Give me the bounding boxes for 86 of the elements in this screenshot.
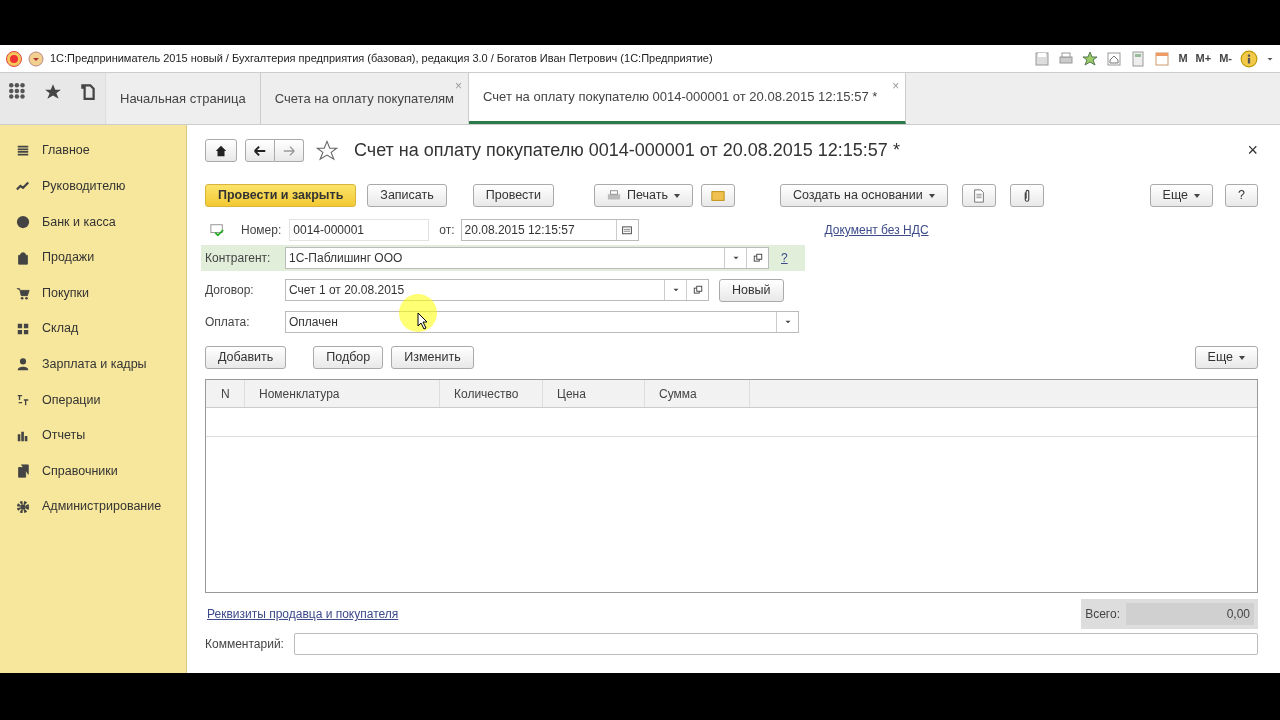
app-logo-icon[interactable] <box>6 50 22 67</box>
sidebar-item[interactable]: Справочники <box>0 453 186 489</box>
tab[interactable]: Начальная страница <box>106 73 261 124</box>
calendar-icon[interactable] <box>622 225 633 235</box>
field-label: Комментарий: <box>205 636 284 653</box>
toolbar-button[interactable]: ? <box>1225 184 1258 207</box>
dropdown-button[interactable]: Создать на основании <box>780 184 948 207</box>
column-header[interactable]: Цена <box>543 380 645 407</box>
date-field[interactable]: 20.08.2015 12:15:57 <box>460 219 639 241</box>
column-header[interactable]: Номенклатура <box>245 380 440 407</box>
help-link[interactable]: ? <box>781 249 788 267</box>
field-label: от: <box>439 222 455 239</box>
total-label: Всего: <box>1085 606 1120 623</box>
menu-icon <box>16 143 30 158</box>
number-field[interactable]: 0014-000001 <box>289 219 430 241</box>
forward-arrow-icon <box>281 143 297 158</box>
sidebar-item[interactable]: Зарплата и кадры <box>0 346 186 383</box>
printer-icon <box>607 188 622 203</box>
document-icon <box>971 188 986 203</box>
sidebar-item[interactable]: Операции <box>0 382 186 418</box>
mail-button[interactable] <box>701 184 735 207</box>
tab[interactable]: Счет на оплату покупателю 0014-000001 от 20.08.2015 12:15:57 * × <box>469 73 907 124</box>
star-icon[interactable] <box>1082 50 1099 67</box>
column-header[interactable]: Сумма <box>645 380 750 407</box>
back-button[interactable] <box>245 139 275 162</box>
contract-field[interactable]: Счет 1 от 20.08.2015 <box>285 279 709 301</box>
close-icon[interactable]: × <box>1247 137 1258 164</box>
table-toolbar-button[interactable]: Изменить <box>391 346 474 369</box>
posted-document-icon <box>209 223 225 237</box>
vat-link[interactable]: Документ без НДС <box>824 221 929 239</box>
info-icon[interactable] <box>1240 49 1258 68</box>
details-link[interactable]: Реквизиты продавца и покупателя <box>207 605 399 623</box>
mouse-cursor-icon <box>398 293 438 333</box>
field-label: Договор: <box>205 282 255 299</box>
star-icon[interactable] <box>316 139 338 162</box>
envelope-icon <box>710 188 726 203</box>
sidebar-item[interactable]: Продажи <box>0 239 186 276</box>
home-icon <box>214 143 228 158</box>
history-icon[interactable] <box>78 82 97 101</box>
toolbar-button[interactable]: Записать <box>367 184 447 207</box>
payment-field[interactable]: Оплачен <box>285 311 799 333</box>
bag-icon <box>16 250 30 265</box>
table-toolbar-button[interactable]: Добавить <box>205 346 287 369</box>
toolbar-button[interactable]: Провести <box>472 184 555 207</box>
back-arrow-icon <box>252 143 268 158</box>
cart-icon <box>16 286 30 301</box>
field-label: Оплата: <box>205 314 251 331</box>
sidebar-item[interactable]: Администрирование <box>0 488 186 525</box>
post-and-close-button[interactable]: Провести и закрыть <box>205 184 357 207</box>
home-icon[interactable] <box>1106 50 1123 67</box>
table-toolbar-button[interactable]: Подбор <box>313 346 384 369</box>
sidebar-item[interactable]: Руководителю <box>0 168 186 205</box>
star-icon[interactable] <box>43 82 62 101</box>
print-icon[interactable] <box>1058 50 1075 67</box>
grid-icon <box>16 321 30 336</box>
field-label: Контрагент: <box>205 250 272 267</box>
attach-button[interactable] <box>1009 184 1044 207</box>
window-title: 1С:Предприниматель 2015 новый / Бухгалтерия предприятия (базовая), редакция 3.0 / Богатов Иван Петрович (1С:Предприятие) <box>50 51 713 67</box>
comment-field[interactable] <box>293 633 1258 655</box>
sidebar-item[interactable]: Главное <box>0 133 186 169</box>
home-button[interactable] <box>205 139 237 162</box>
open-icon[interactable] <box>692 285 703 295</box>
report-button[interactable] <box>961 184 996 207</box>
open-icon[interactable] <box>752 253 763 263</box>
counterparty-field[interactable]: 1С-Паблишинг ООО <box>285 247 769 269</box>
column-header[interactable]: N <box>206 380 245 407</box>
sidebar-item[interactable]: Склад <box>0 310 186 347</box>
dropdown-button[interactable]: Еще <box>1149 184 1214 207</box>
print-button[interactable]: Печать <box>594 184 693 207</box>
sidebar-item[interactable]: Покупки <box>0 275 186 311</box>
form-title: Счет на оплату покупателю 0014-000001 от 20.08.2015 12:15:57 * <box>354 139 900 162</box>
menu-icon[interactable] <box>28 50 44 67</box>
person-icon <box>16 357 30 372</box>
books-icon <box>16 464 30 479</box>
settings-icon <box>16 499 30 514</box>
apps-grid-icon[interactable] <box>8 82 27 101</box>
column-header[interactable]: Количество <box>440 380 543 407</box>
memory-button[interactable]: M <box>1178 50 1188 67</box>
memory-button[interactable]: M+ <box>1195 50 1212 67</box>
field-label: Номер: <box>241 222 282 239</box>
memory-button[interactable]: M- <box>1219 50 1232 67</box>
sidebar-item[interactable]: Банк и касса <box>0 204 186 240</box>
sidebar-item[interactable]: Отчеты <box>0 417 186 454</box>
total-value: 0,00 <box>1126 603 1254 625</box>
new-contract-button[interactable]: Новый <box>719 278 784 302</box>
more-button[interactable]: Еще <box>1194 346 1258 369</box>
